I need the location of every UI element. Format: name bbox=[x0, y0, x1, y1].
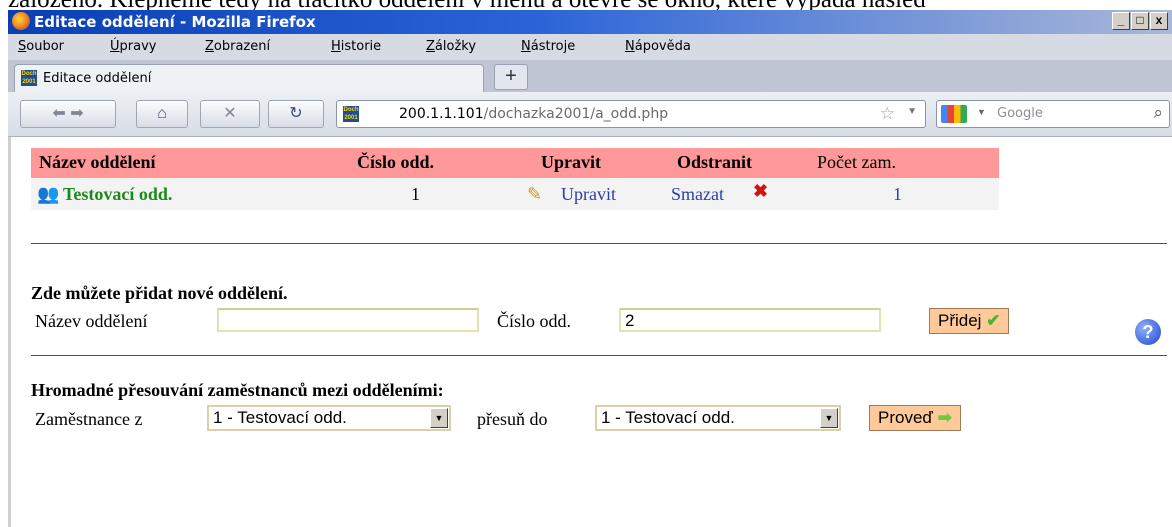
delete-x-icon[interactable]: ✖ bbox=[753, 181, 768, 202]
page-content: Název oddělení Číslo odd. Upravit Odstra… bbox=[8, 137, 1172, 527]
move-to-select[interactable]: 1 - Testovací odd. ▼ bbox=[595, 405, 841, 431]
checkmark-icon: ✔ bbox=[986, 311, 1001, 330]
department-number: 1 bbox=[411, 184, 420, 204]
tab-label: Editace oddělení bbox=[43, 71, 152, 86]
pencil-icon[interactable]: ✎ bbox=[527, 184, 542, 205]
move-section-title: Hromadné přesouvání zaměstnanců mezi odd… bbox=[31, 380, 444, 400]
forward-arrow-icon[interactable]: ➡ bbox=[70, 105, 83, 122]
bookmark-star-icon[interactable]: ☆ bbox=[880, 104, 895, 124]
dept-number-input[interactable]: 2 bbox=[619, 308, 881, 332]
reload-icon: ↻ bbox=[289, 105, 303, 122]
header-cislo: Číslo odd. bbox=[357, 152, 435, 172]
back-forward-button[interactable]: ⬅ ➡ bbox=[20, 100, 116, 128]
maximize-button[interactable]: □ bbox=[1131, 12, 1149, 30]
group-icon: 👥 bbox=[37, 184, 60, 204]
menu-historie[interactable]: Historie bbox=[331, 39, 381, 54]
menu-nastroje[interactable]: Nástroje bbox=[521, 39, 575, 54]
divider bbox=[31, 355, 1167, 356]
firefox-logo-icon bbox=[12, 12, 30, 30]
help-icon[interactable]: ? bbox=[1135, 319, 1161, 345]
right-arrow-icon: ➡ bbox=[937, 408, 952, 427]
window-titlebar[interactable]: Editace oddělení - Mozilla Firefox _ □ x bbox=[8, 10, 1172, 34]
menu-soubor[interactable]: Soubor bbox=[18, 39, 64, 54]
minimize-button[interactable]: _ bbox=[1112, 12, 1130, 30]
tab-bar: Doch 2001 Editace oddělení + bbox=[8, 60, 1172, 92]
window-title: Editace oddělení - Mozilla Firefox bbox=[34, 13, 316, 31]
execute-move-button[interactable]: Proveď ➡ bbox=[869, 405, 961, 431]
site-identity-icon[interactable]: Doch 2001 bbox=[343, 106, 359, 122]
google-engine-icon[interactable] bbox=[941, 105, 967, 123]
move-to-label: přesuň do bbox=[477, 409, 548, 429]
header-pocet: Počet zam. bbox=[817, 152, 896, 172]
menu-zalozky[interactable]: Záložky bbox=[426, 39, 476, 54]
menu-zobrazeni[interactable]: Zobrazení bbox=[205, 39, 270, 54]
move-from-label: Zaměstnance z bbox=[35, 409, 143, 429]
header-nazev: Název oddělení bbox=[39, 152, 156, 172]
add-section-title: Zde můžete přidat nové oddělení. bbox=[31, 283, 288, 303]
address-bar[interactable]: Doch 2001 200.1.1.101/dochazka2001/a_odd.… bbox=[336, 100, 926, 128]
table-row: 👥 Testovací odd. 1 ✎ Upravit Smazat ✖ 1 bbox=[31, 178, 999, 210]
delete-link[interactable]: Smazat bbox=[671, 184, 724, 205]
url-text[interactable]: 200.1.1.101/dochazka2001/a_odd.php bbox=[399, 106, 668, 122]
search-bar[interactable]: ▼ Google ⌕ bbox=[936, 100, 1170, 128]
home-icon: ⌂ bbox=[157, 105, 167, 122]
menu-bar: Soubor Úpravy Zobrazení Historie Záložky… bbox=[8, 34, 1172, 61]
home-button[interactable]: ⌂ bbox=[136, 100, 188, 128]
navigation-toolbar: ⬅ ➡ ⌂ ✕ ↻ Doch 2001 200.1.1.101/dochazka2… bbox=[8, 92, 1172, 137]
menu-upravy[interactable]: Úpravy bbox=[110, 39, 156, 54]
add-department-button[interactable]: Přidej ✔ bbox=[929, 308, 1010, 334]
new-tab-button[interactable]: + bbox=[494, 64, 528, 90]
search-icon[interactable]: ⌕ bbox=[1153, 103, 1163, 123]
divider bbox=[31, 243, 1167, 244]
engine-dropdown-icon[interactable]: ▼ bbox=[977, 107, 986, 117]
search-placeholder[interactable]: Google bbox=[997, 106, 1043, 121]
reload-button[interactable]: ↻ bbox=[268, 100, 324, 128]
tab-editace-oddeleni[interactable]: Doch 2001 Editace oddělení bbox=[14, 64, 484, 92]
move-from-select[interactable]: 1 - Testovací odd. ▼ bbox=[207, 405, 451, 431]
header-upravit: Upravit bbox=[541, 152, 601, 172]
dept-name-label: Název oddělení bbox=[35, 311, 148, 331]
menu-napoveda[interactable]: Nápověda bbox=[625, 39, 691, 54]
header-odstranit: Odstranit bbox=[677, 152, 753, 172]
dropdown-arrow-icon[interactable]: ▼ bbox=[430, 408, 448, 428]
employee-count-link[interactable]: 1 bbox=[893, 184, 902, 205]
department-name-link[interactable]: Testovací odd. bbox=[63, 184, 172, 205]
dept-name-input[interactable] bbox=[217, 308, 479, 332]
url-dropdown-icon[interactable]: ▼ bbox=[907, 106, 917, 117]
departments-table-header: Název oddělení Číslo odd. Upravit Odstra… bbox=[31, 148, 999, 178]
close-button[interactable]: x bbox=[1150, 12, 1168, 30]
back-arrow-icon[interactable]: ⬅ bbox=[52, 105, 65, 122]
stop-icon: ✕ bbox=[223, 105, 237, 122]
site-favicon-icon: Doch 2001 bbox=[21, 70, 37, 86]
dropdown-arrow-icon[interactable]: ▼ bbox=[820, 408, 838, 428]
dept-number-label: Číslo odd. bbox=[497, 311, 572, 331]
edit-link[interactable]: Upravit bbox=[561, 184, 616, 205]
stop-button[interactable]: ✕ bbox=[200, 100, 260, 128]
